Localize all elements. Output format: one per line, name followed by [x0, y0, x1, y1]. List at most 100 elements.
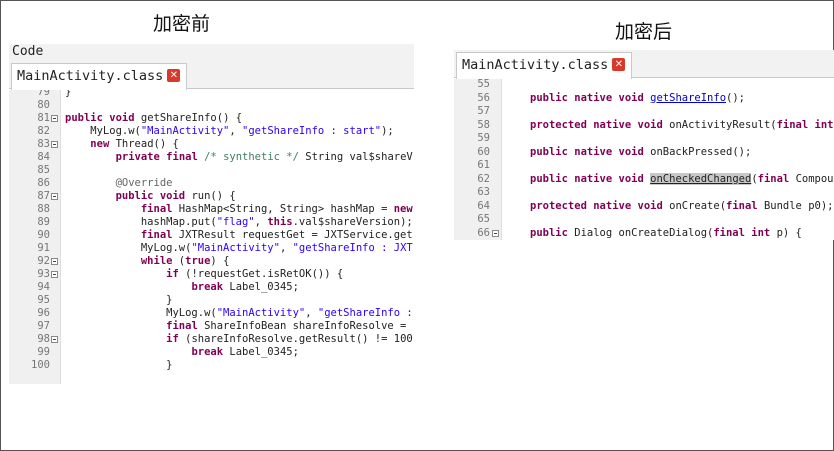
code-text: public native void getShareInfo(); [530, 91, 745, 104]
code-line: 97 final ShareInfoBean shareInfoResolve … [9, 320, 414, 333]
fold-toggle-icon[interactable] [51, 141, 58, 148]
code-text: MyLog.w("MainActivity", "getShareInfo : [65, 307, 413, 319]
code-text: hashMap.put("flag", this.val$shareVersio… [65, 216, 413, 228]
tab-label: MainActivity.class [17, 68, 164, 84]
line-number: 99 [37, 346, 50, 358]
line-number: 91 [37, 242, 50, 254]
code-text: while (true) { [140, 255, 230, 267]
editor-tab-bar: MainActivity.class ✕ [9, 61, 414, 90]
line-number: 80 [37, 99, 50, 111]
code-panel-before: Code MainActivity.class ✕ 79} 80 81 public v… [9, 44, 414, 384]
code-line: 79} [9, 90, 414, 99]
line-number: 79 [37, 90, 50, 98]
code-text: final HashMap<String, String> hashMap = … [140, 203, 413, 215]
panel-header: Code [9, 44, 414, 61]
code-line: 61 [454, 159, 834, 172]
code-text: break Label_0345; [191, 281, 299, 293]
code-text: } [65, 90, 72, 98]
code-line: 93 if (!requestGet.isRetOK()) { [9, 268, 414, 281]
fold-toggle-icon[interactable] [51, 271, 58, 278]
code-text: protected native void onCreate(final Bun… [530, 199, 834, 212]
code-text: break Label_0345; [191, 346, 299, 358]
code-line: 57 [454, 105, 834, 118]
code-line: 94 break Label_0345; [9, 281, 414, 294]
code-line: 59 [454, 132, 834, 145]
code-line: 81 public void getShareInfo() { [9, 112, 414, 125]
code-text: new Thread() { [90, 138, 179, 150]
code-editor[interactable]: 79} 80 81 public void getShareInfo() {82 My… [9, 90, 414, 384]
code-text: private final /* synthetic */ String val… [115, 151, 413, 163]
code-line: 83 new Thread() { [9, 138, 414, 151]
code-line: 63 [454, 186, 834, 199]
code-line: 91 MyLog.w("MainActivity", "getShareInfo… [9, 242, 414, 255]
line-number: 94 [37, 281, 50, 293]
tab-mainactivity-class[interactable]: MainActivity.class ✕ [456, 52, 633, 79]
code-text: protected native void onActivityResult(f… [530, 118, 834, 131]
close-icon[interactable]: ✕ [612, 58, 626, 71]
code-text: public native void onCheckedChanged(fina… [530, 172, 834, 185]
code-text: final ShareInfoBean shareInfoResolve = [166, 320, 407, 332]
fold-toggle-icon[interactable] [51, 115, 58, 122]
code-line: 90 final JXTResult requestGet = JXTServi… [9, 229, 414, 242]
line-number: 85 [37, 164, 50, 176]
code-text: MyLog.w("MainActivity", "getShareInfo : … [65, 125, 394, 137]
code-text: } [65, 294, 173, 306]
code-line: 80 [9, 99, 414, 112]
line-number: 63 [477, 186, 490, 198]
line-number: 66 [477, 226, 490, 239]
code-text: if (!requestGet.isRetOK()) { [166, 268, 344, 280]
code-text: public native void onBackPressed(); [530, 145, 752, 158]
line-number: 59 [477, 132, 490, 144]
close-icon[interactable]: ✕ [167, 69, 181, 82]
code-text: } [65, 359, 173, 371]
fold-toggle-icon[interactable] [492, 229, 499, 237]
code-text: public void getShareInfo() { [65, 112, 243, 124]
code-line: 60 public native void onBackPressed(); [454, 146, 834, 159]
code-text: if (shareInfoResolve.getResult() != 100 [166, 333, 413, 345]
fold-toggle-icon[interactable] [51, 193, 58, 200]
line-number: 57 [477, 105, 490, 117]
line-number: 93 [37, 268, 50, 280]
line-number: 100 [31, 359, 50, 371]
line-number: 83 [37, 138, 50, 150]
code-line: 99 break Label_0345; [9, 346, 414, 359]
code-line: 62 public native void onCheckedChanged(fi… [454, 172, 834, 186]
line-number: 82 [37, 125, 50, 137]
code-line: 56 public native void getShareInfo(); [454, 92, 834, 105]
code-line: 66 public Dialog onCreateDialog(final int… [454, 227, 834, 240]
editor-tab-bar: MainActivity.class ✕ [454, 50, 834, 79]
code-text: public void run() { [115, 190, 236, 202]
line-number: 60 [477, 145, 490, 158]
code-line: 85 [9, 164, 414, 177]
tab-label: MainActivity.class [462, 57, 609, 73]
code-line: 87 public void run() { [9, 190, 414, 203]
fold-toggle-icon[interactable] [51, 258, 58, 265]
code-line: 86 @Override [9, 177, 414, 190]
code-line: 58 protected native void onActivityResult… [454, 119, 834, 132]
code-line: 92 while (true) { [9, 255, 414, 268]
line-number: 58 [477, 118, 490, 131]
fold-toggle-icon[interactable] [51, 336, 58, 343]
code-line: 82 MyLog.w("MainActivity", "getShareInfo… [9, 125, 414, 138]
code-line: 96 MyLog.w("MainActivity", "getShareInfo… [9, 307, 414, 320]
code-line: 55 [454, 79, 834, 91]
line-number: 95 [37, 294, 50, 306]
code-line: 65 [454, 213, 834, 226]
code-line: 88 final HashMap<String, String> hashMap… [9, 203, 414, 216]
code-editor[interactable]: 55 56 public native void getShareInfo(); 57… [454, 79, 834, 240]
line-number: 56 [477, 91, 490, 104]
code-text: final JXTResult requestGet = JXTService.… [140, 229, 413, 241]
line-number: 87 [37, 190, 50, 202]
line-number: 92 [37, 255, 50, 267]
line-number: 96 [37, 307, 50, 319]
line-number: 90 [37, 229, 50, 241]
code-text: MyLog.w("MainActivity", "getShareInfo : … [65, 242, 413, 254]
line-number: 81 [37, 112, 50, 124]
line-number: 98 [37, 333, 50, 345]
line-number: 86 [37, 177, 50, 189]
code-line: 95 } [9, 294, 414, 307]
line-number: 97 [37, 320, 50, 332]
caption-before-encryption: 加密前 [153, 13, 211, 35]
code-line: 100 } [9, 359, 414, 372]
tab-mainactivity-class[interactable]: MainActivity.class ✕ [11, 63, 188, 90]
